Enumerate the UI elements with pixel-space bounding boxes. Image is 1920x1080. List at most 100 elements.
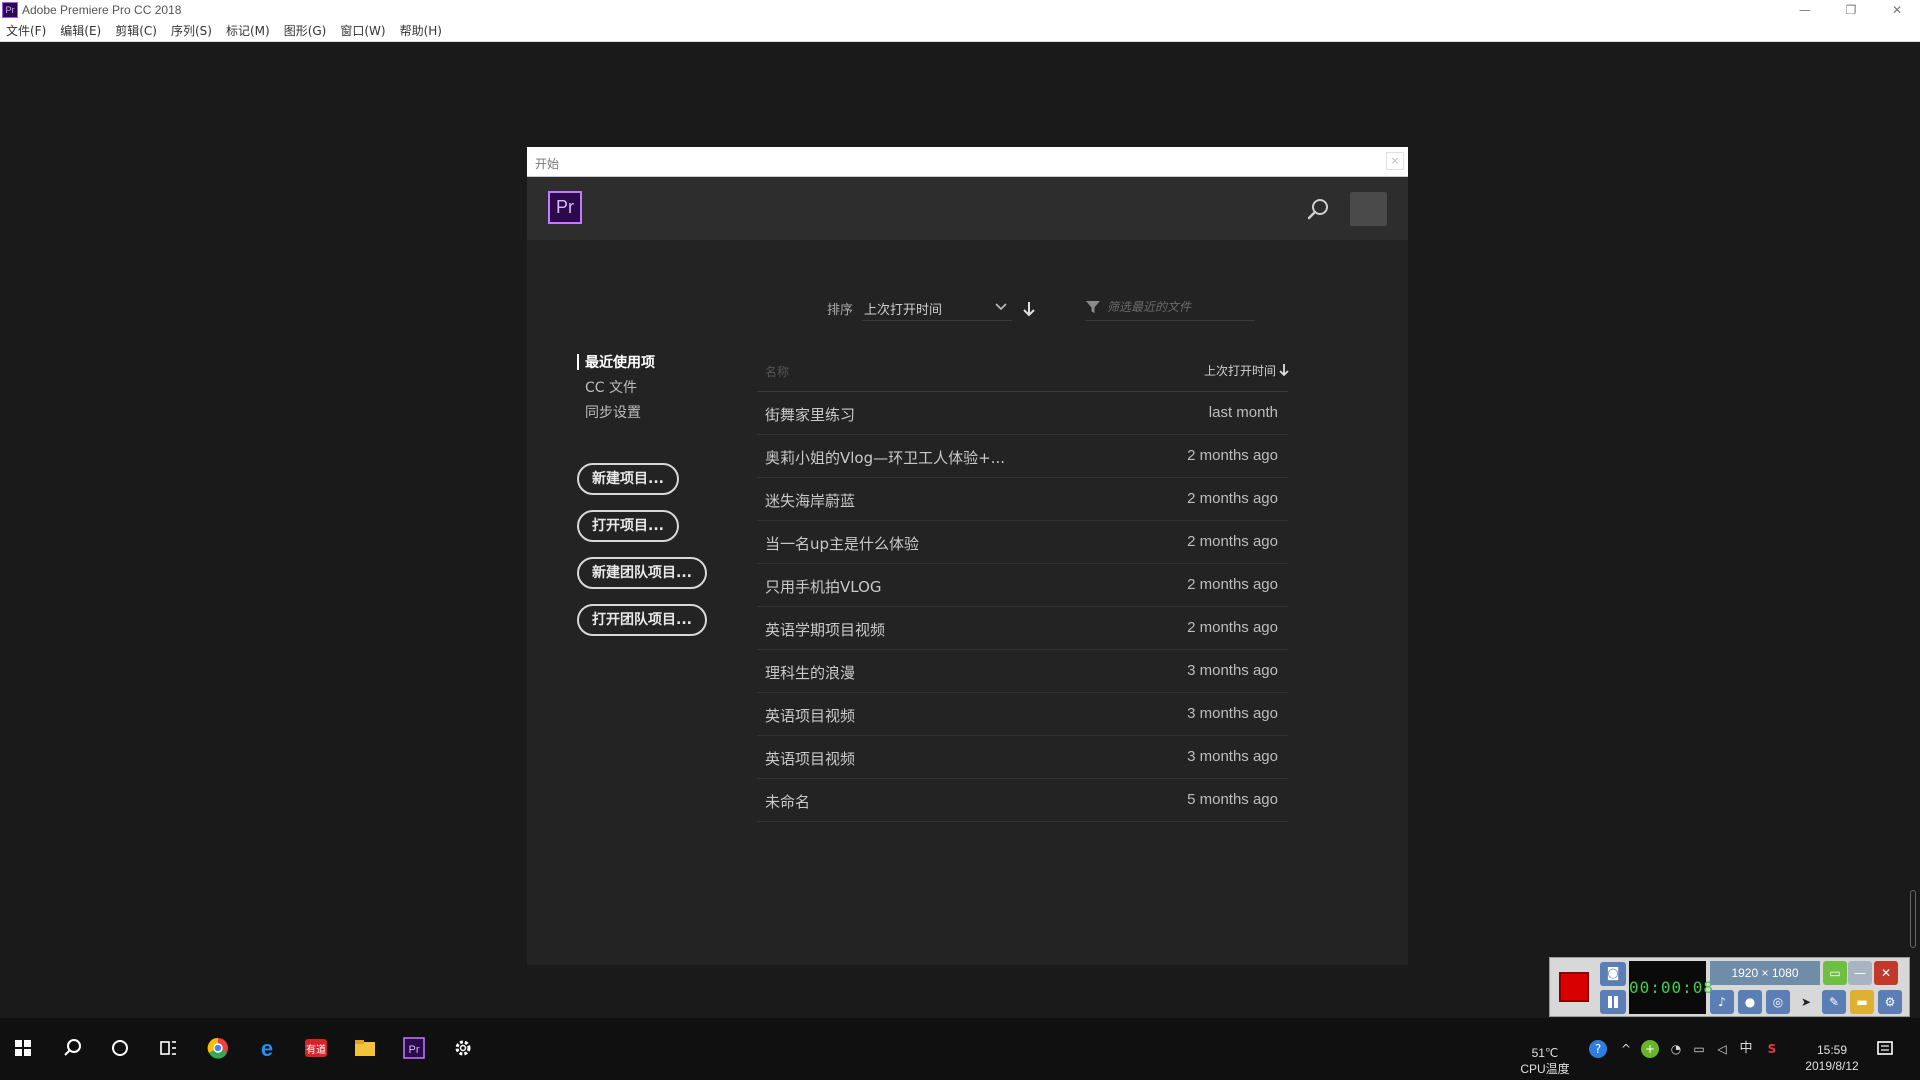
menu-clip[interactable]: 剪辑(C) — [115, 22, 157, 39]
cursor-icon[interactable]: ➤ — [1794, 990, 1818, 1014]
tray-app-icon[interactable]: + — [1641, 1040, 1659, 1058]
list-item[interactable]: 只用手机拍VLOG 2 months ago — [757, 564, 1288, 607]
project-last-opened: 2 months ago — [1187, 576, 1278, 593]
menu-graphics[interactable]: 图形(G) — [284, 22, 327, 39]
list-item[interactable]: 奥莉小姐的Vlog—环卫工人体验+... 2 months ago — [757, 435, 1288, 478]
help-icon[interactable]: ? — [1589, 1040, 1607, 1058]
project-name: 英语项目视频 — [765, 707, 856, 725]
menu-markers[interactable]: 标记(M) — [226, 22, 270, 39]
project-name: 当一名up主是什么体验 — [765, 535, 920, 553]
minimize-icon[interactable]: — — [1848, 961, 1872, 985]
start-nav: 最近使用项 CC 文件 同步设置 — [577, 352, 655, 427]
settings-gear-icon[interactable]: ⚙ — [1878, 990, 1902, 1014]
clock[interactable]: 15:59 2019/8/12 — [1800, 1042, 1864, 1074]
list-header: 名称 上次打开时间 — [757, 352, 1289, 392]
project-name: 只用手机拍VLOG — [765, 578, 882, 596]
filter-funnel-icon — [1086, 301, 1100, 313]
restore-button[interactable]: ❐ — [1828, 0, 1874, 20]
list-item[interactable]: 当一名up主是什么体验 2 months ago — [757, 521, 1288, 564]
microphone-icon[interactable]: ● — [1738, 990, 1762, 1014]
nav-cc-files[interactable]: CC 文件 — [577, 377, 655, 402]
start-dialog: 开始 × Pr 排序 上次打开时间 最近使用项 CC 文件 同步设置 新建项目.… — [527, 147, 1408, 965]
windows-start-icon[interactable] — [6, 1031, 40, 1065]
new-team-project-button[interactable]: 新建团队项目... — [577, 557, 707, 589]
webcam-icon[interactable]: ◎ — [1766, 990, 1790, 1014]
list-item[interactable]: 未命名 5 months ago — [757, 779, 1288, 822]
youdao-icon[interactable]: 有道 — [299, 1031, 333, 1065]
cpu-temp-value: 51℃ — [1531, 1046, 1559, 1060]
column-header-name[interactable]: 名称 — [765, 363, 789, 380]
chevron-down-icon — [995, 303, 1007, 311]
close-window-button[interactable]: ✕ — [1874, 0, 1920, 20]
premiere-icon[interactable]: Pr — [397, 1031, 431, 1065]
project-name: 英语学期项目视频 — [765, 621, 886, 639]
ime-indicator[interactable]: 中 — [1737, 1040, 1755, 1058]
project-last-opened: 3 months ago — [1187, 662, 1278, 679]
project-name: 理科生的浪漫 — [765, 664, 856, 682]
cortana-icon[interactable] — [103, 1031, 137, 1065]
file-explorer-icon[interactable] — [348, 1031, 382, 1065]
search-icon[interactable] — [55, 1031, 89, 1065]
close-icon[interactable]: ✕ — [1874, 961, 1898, 985]
menu-edit[interactable]: 编辑(E) — [60, 22, 101, 39]
project-name: 未命名 — [765, 793, 811, 811]
project-last-opened: 3 months ago — [1187, 748, 1278, 765]
project-last-opened: last month — [1208, 404, 1278, 421]
menu-help[interactable]: 帮助(H) — [400, 22, 442, 39]
filter-input[interactable] — [1107, 296, 1253, 318]
open-team-project-button[interactable]: 打开团队项目... — [577, 604, 707, 636]
project-last-opened: 2 months ago — [1187, 619, 1278, 636]
list-item[interactable]: 街舞家里练习 last month — [757, 392, 1288, 435]
svg-text:e: e — [261, 1036, 273, 1061]
nav-sync-settings[interactable]: 同步设置 — [577, 402, 655, 427]
sort-label: 排序 — [827, 303, 854, 318]
task-view-icon[interactable] — [151, 1031, 185, 1065]
edge-icon[interactable]: e — [250, 1031, 284, 1065]
list-item[interactable]: 英语项目视频 3 months ago — [757, 693, 1288, 736]
screen-recorder-widget: ◙ 00:00:08 1920 × 1080 ▭ — ✕ ♪ ● ◎ ➤ ✎ ▬… — [1549, 957, 1910, 1017]
sort-dropdown[interactable]: 上次打开时间 — [862, 293, 1012, 321]
recording-timer: 00:00:08 — [1629, 961, 1713, 1014]
region-icon[interactable]: ▭ — [1823, 961, 1847, 985]
notification-center-icon[interactable] — [1870, 1034, 1900, 1064]
volume-icon[interactable]: ◁ — [1713, 1040, 1731, 1058]
project-name: 英语项目视频 — [765, 750, 856, 768]
search-icon[interactable] — [1305, 196, 1331, 222]
list-item[interactable]: 理科生的浪漫 3 months ago — [757, 650, 1288, 693]
cpu-temperature[interactable]: 51℃ CPU温度 — [1510, 1045, 1580, 1077]
dialog-close-button[interactable]: × — [1386, 152, 1404, 170]
dialog-title-bar: 开始 × — [527, 147, 1408, 177]
minimize-button[interactable]: — — [1782, 0, 1828, 20]
list-item[interactable]: 英语项目视频 3 months ago — [757, 736, 1288, 779]
recording-resolution[interactable]: 1920 × 1080 — [1710, 961, 1820, 985]
scroll-indicator[interactable] — [1910, 890, 1916, 948]
wifi-icon[interactable]: ◔ — [1667, 1040, 1685, 1058]
user-avatar[interactable] — [1350, 192, 1387, 226]
clock-time: 15:59 — [1816, 1043, 1848, 1057]
record-button[interactable] — [1559, 972, 1589, 1002]
settings-icon[interactable] — [446, 1031, 480, 1065]
menu-file[interactable]: 文件(F) — [6, 22, 46, 39]
folder-icon[interactable]: ▬ — [1850, 990, 1874, 1014]
new-project-button[interactable]: 新建项目... — [577, 463, 679, 495]
chevron-up-icon[interactable]: ^ — [1617, 1040, 1635, 1058]
project-buttons: 新建项目... 打开项目... 新建团队项目... 打开团队项目... — [577, 463, 707, 651]
project-last-opened: 3 months ago — [1187, 705, 1278, 722]
pen-icon[interactable]: ✎ — [1822, 990, 1846, 1014]
nav-recent[interactable]: 最近使用项 — [577, 352, 655, 377]
project-last-opened: 2 months ago — [1187, 533, 1278, 550]
chrome-icon[interactable] — [201, 1031, 235, 1065]
sort-value: 上次打开时间 — [864, 303, 943, 318]
open-project-button[interactable]: 打开项目... — [577, 510, 679, 542]
pause-icon[interactable] — [1600, 990, 1626, 1014]
column-header-last-opened[interactable]: 上次打开时间 — [1204, 362, 1276, 379]
sort-direction-arrow-icon[interactable] — [1021, 300, 1037, 318]
battery-icon[interactable]: ▭ — [1690, 1040, 1708, 1058]
list-item[interactable]: 英语学期项目视频 2 months ago — [757, 607, 1288, 650]
camera-icon[interactable]: ◙ — [1600, 962, 1626, 986]
sogou-ime-icon[interactable]: S — [1763, 1040, 1781, 1058]
menu-sequence[interactable]: 序列(S) — [171, 22, 212, 39]
list-item[interactable]: 迷失海岸蔚蓝 2 months ago — [757, 478, 1288, 521]
speaker-icon[interactable]: ♪ — [1710, 990, 1734, 1014]
menu-window[interactable]: 窗口(W) — [340, 22, 385, 39]
